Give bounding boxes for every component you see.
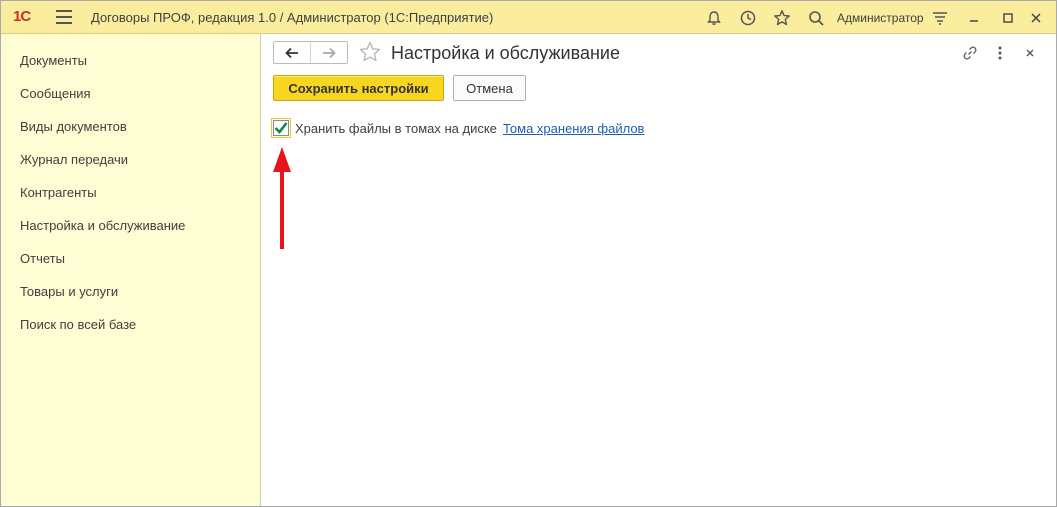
sidebar-item-reports[interactable]: Отчеты [20, 251, 65, 266]
page-title: Настройка и обслуживание [391, 43, 620, 63]
main-menu-icon[interactable] [56, 10, 72, 24]
forward-button[interactable] [310, 42, 347, 63]
cancel-button[interactable]: Отмена [453, 75, 526, 101]
app-window: 1С Договоры ПРОФ, редакция 1.0 / Админис… [0, 0, 1057, 507]
arrow-right-icon [323, 47, 336, 58]
save-settings-button[interactable]: Сохранить настройки [273, 75, 444, 101]
more-options-icon[interactable] [990, 43, 1010, 63]
user-name[interactable]: Администратор [837, 11, 924, 25]
app-title: Договоры ПРОФ, редакция 1.0 / Администра… [91, 10, 494, 25]
close-icon[interactable] [1025, 7, 1047, 29]
sidebar-item-counterparties[interactable]: Контрагенты [20, 185, 97, 200]
navigation-buttons [273, 41, 348, 64]
favorite-star-icon[interactable] [358, 40, 382, 64]
bell-icon[interactable] [703, 7, 725, 29]
sidebar-item-documents[interactable]: Документы [20, 53, 87, 68]
app-logo: 1С [13, 8, 31, 25]
arrow-left-icon [285, 47, 298, 58]
back-button[interactable] [274, 42, 310, 63]
sidebar-item-document-types[interactable]: Виды документов [20, 119, 127, 134]
file-storage-volumes-link[interactable]: Тома хранения файлов [503, 121, 644, 136]
store-files-label[interactable]: Хранить файлы в томах на диске [295, 121, 497, 136]
sidebar-item-goods-services[interactable]: Товары и услуги [20, 284, 118, 299]
history-icon[interactable] [737, 7, 759, 29]
maximize-icon[interactable] [997, 7, 1019, 29]
sidebar-item-search-database[interactable]: Поиск по всей базе [20, 317, 136, 332]
red-arrow-annotation [273, 147, 291, 249]
sidebar-item-transfer-journal[interactable]: Журнал передачи [20, 152, 128, 167]
sidebar: Документы Сообщения Виды документов Журн… [1, 34, 261, 506]
title-bar: 1С Договоры ПРОФ, редакция 1.0 / Админис… [1, 1, 1056, 34]
form-area: Настройка и обслуживание Сохранить настр… [262, 34, 1056, 506]
link-icon[interactable] [960, 43, 980, 63]
favorites-star-icon[interactable] [771, 7, 793, 29]
minimize-icon[interactable] [963, 7, 985, 29]
sidebar-item-messages[interactable]: Сообщения [20, 86, 91, 101]
search-icon[interactable] [805, 7, 827, 29]
store-files-checkbox[interactable] [271, 118, 291, 138]
sidebar-item-settings[interactable]: Настройка и обслуживание [20, 218, 185, 233]
form-close-icon[interactable] [1020, 43, 1040, 63]
settings-menu-icon[interactable] [929, 7, 951, 29]
checkmark-icon [274, 122, 288, 134]
